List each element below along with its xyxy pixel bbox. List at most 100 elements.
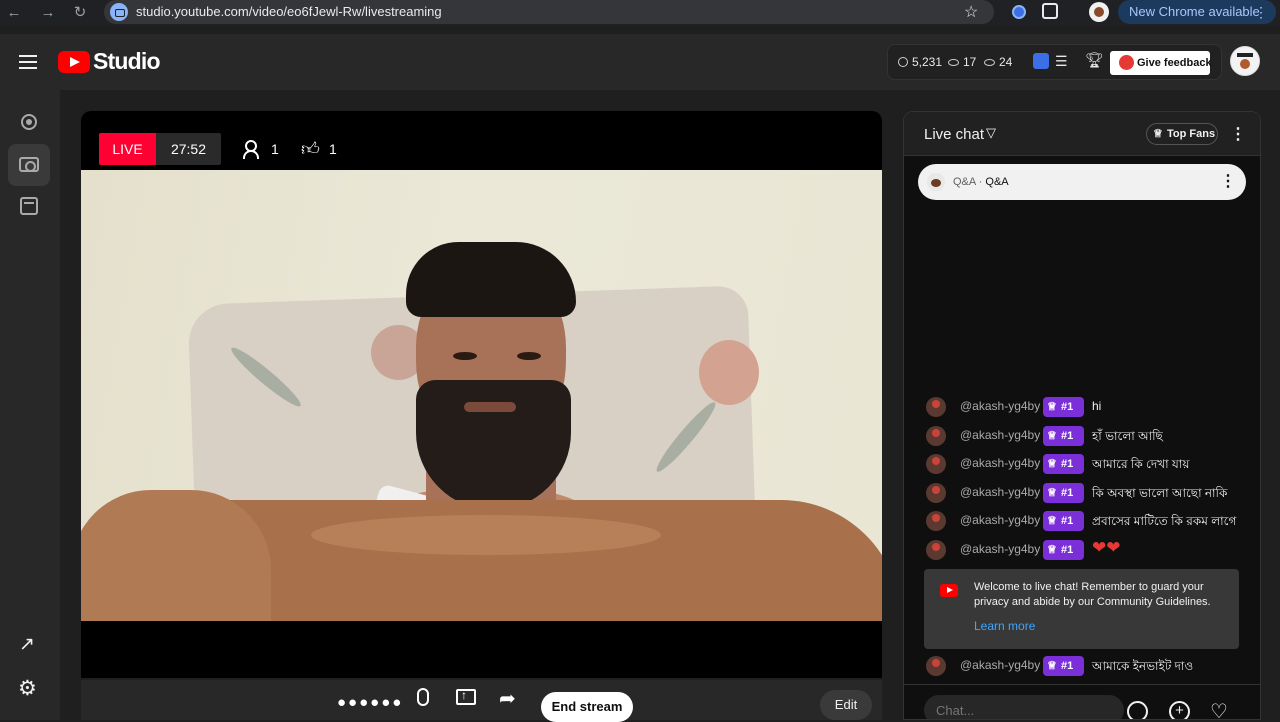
- top-fan-badge: ♕ #1: [1043, 426, 1084, 446]
- avatar[interactable]: [926, 540, 946, 560]
- chat-author[interactable]: @akash-yg4by: [960, 513, 1040, 527]
- welcome-text: Welcome to live chat! Remember to guard …: [974, 581, 1211, 608]
- avatar[interactable]: [926, 426, 946, 446]
- add-circle-icon[interactable]: +: [1169, 701, 1190, 719]
- chevron-down-icon[interactable]: ▽: [986, 125, 996, 141]
- site-info-icon[interactable]: [110, 3, 128, 21]
- clock-icon: [898, 57, 908, 67]
- learn-more-link[interactable]: Learn more: [974, 619, 1035, 633]
- youtube-logo-icon[interactable]: [58, 51, 90, 73]
- youtube-icon: [940, 584, 958, 597]
- watching-stat: 24: [984, 55, 1012, 69]
- chat-more-icon[interactable]: ⋮: [1230, 124, 1246, 144]
- captions-icon[interactable]: [1033, 53, 1049, 69]
- chat-text: আমারে কি দেখা যায়: [1092, 457, 1190, 471]
- like-thumb-icon: 👍︎: [301, 139, 320, 159]
- chat-author[interactable]: @akash-yg4by: [960, 428, 1040, 442]
- qa-label: Q&A · Q&A: [953, 176, 1009, 188]
- studio-header: Studio 5,231 17 24 ☰ 🏆︎ Give feedback: [0, 34, 1280, 90]
- extension-icon[interactable]: [1012, 5, 1026, 19]
- crown-icon: ♕: [1047, 544, 1057, 556]
- url-text[interactable]: studio.youtube.com/video/eo6fJewl-Rw/liv…: [136, 4, 442, 19]
- heart-icon[interactable]: ♡: [1210, 699, 1228, 719]
- chat-input-bar: + ♡: [904, 684, 1260, 719]
- avatar[interactable]: [926, 483, 946, 503]
- qa-banner[interactable]: Q&A · Q&A ⋮: [918, 164, 1246, 200]
- avatar[interactable]: [926, 511, 946, 531]
- chat-text: কি অবস্থা ভালো আছো নাকি: [1092, 486, 1228, 500]
- chat-author[interactable]: @akash-yg4by: [960, 658, 1040, 672]
- chat-input[interactable]: [924, 695, 1124, 719]
- chat-welcome-notice: Welcome to live chat! Remember to guard …: [924, 569, 1239, 649]
- chat-text: আমাকে ইনভাইট দাও: [1092, 659, 1194, 673]
- edit-button[interactable]: Edit: [820, 690, 872, 720]
- chat-message: @akash-yg4by ♕ #1 আমাকে ইনভাইট দাও: [926, 655, 1246, 677]
- left-rail: [0, 90, 60, 720]
- chat-message: @akash-yg4by ♕ #1 হাঁ ভালো আছি: [926, 425, 1246, 447]
- more-dots-icon[interactable]: ●●●●●●: [337, 694, 403, 711]
- rail-webcam-button[interactable]: [8, 144, 50, 186]
- calendar-icon: [20, 197, 38, 215]
- emoji-icon[interactable]: [1127, 701, 1148, 719]
- browser-profile-avatar[interactable]: [1089, 2, 1109, 22]
- chat-author[interactable]: @akash-yg4by: [960, 485, 1040, 499]
- popout-arrow-icon[interactable]: ↗: [19, 633, 35, 656]
- chrome-menu-icon[interactable]: ⋮: [1254, 0, 1268, 24]
- rail-manage-button[interactable]: [8, 186, 50, 228]
- chrome-update-button[interactable]: New Chrome available ⋮: [1118, 0, 1276, 24]
- rail-stream-button[interactable]: [8, 102, 50, 144]
- trophy-icon[interactable]: 🏆︎: [1085, 51, 1104, 69]
- avatar[interactable]: [926, 454, 946, 474]
- menu-icon[interactable]: [19, 55, 37, 69]
- give-feedback-button[interactable]: Give feedback: [1110, 51, 1212, 75]
- browser-toolbar: ← → ↻ studio.youtube.com/video/eo6fJewl-…: [0, 0, 1280, 26]
- stream-stats-bar: 5,231 17 24 ☰ 🏆︎ Give feedback: [887, 44, 1222, 80]
- stream-preview-panel: LIVE 27:52 1 👍︎ 1: [81, 111, 882, 678]
- chat-author[interactable]: @akash-yg4by: [960, 456, 1040, 470]
- address-bar[interactable]: studio.youtube.com/video/eo6fJewl-Rw/liv…: [104, 0, 994, 24]
- chat-author[interactable]: @akash-yg4by: [960, 399, 1040, 413]
- live-badge: LIVE: [99, 133, 156, 165]
- channel-avatar[interactable]: [1230, 46, 1260, 76]
- chat-text: ❤❤: [1092, 538, 1121, 557]
- chat-message: @akash-yg4by ♕ #1 কি অবস্থা ভালো আছো নাকি: [926, 482, 1246, 504]
- studio-wordmark[interactable]: Studio: [93, 48, 161, 75]
- viewers-icon: [243, 140, 263, 159]
- avatar[interactable]: [926, 656, 946, 676]
- live-chat-title[interactable]: Live chat: [924, 126, 984, 143]
- subscribers-stat: 5,231: [898, 55, 942, 69]
- stream-elapsed-time: 27:52: [156, 133, 221, 165]
- extensions-puzzle-icon[interactable]: [1042, 3, 1058, 19]
- watching-icon: [984, 59, 995, 66]
- list-icon[interactable]: ☰: [1055, 53, 1068, 70]
- eye-icon: [948, 59, 959, 66]
- microphone-icon[interactable]: [417, 688, 429, 706]
- crown-icon: ♕: [1047, 430, 1057, 442]
- crown-icon: ♕: [1047, 458, 1057, 470]
- chat-author[interactable]: @akash-yg4by: [960, 542, 1040, 556]
- top-fans-button[interactable]: ♕ Top Fans: [1146, 123, 1218, 145]
- top-fan-badge: ♕ #1: [1043, 483, 1084, 503]
- crown-icon: ♕: [1047, 515, 1057, 527]
- settings-gear-icon[interactable]: ⚙: [18, 676, 37, 701]
- likes-count: 1: [329, 141, 337, 157]
- chat-message: @akash-yg4by ♕ #1 প্রবাসের মাটিতে কি রকম …: [926, 510, 1246, 532]
- reload-icon[interactable]: ↻: [70, 3, 90, 23]
- avatar[interactable]: [926, 397, 946, 417]
- forward-arrow-icon[interactable]: →: [38, 3, 58, 23]
- qa-more-icon[interactable]: ⋮: [1220, 171, 1236, 191]
- live-chat-panel: Live chat ▽ ♕ Top Fans ⋮ Q&A · Q&A ⋮ @ak…: [903, 111, 1261, 720]
- back-arrow-icon[interactable]: ←: [4, 3, 24, 23]
- share-screen-icon[interactable]: [456, 688, 476, 705]
- chat-text: hi: [1092, 399, 1102, 413]
- crown-icon: ♕: [1153, 128, 1163, 140]
- bookmark-star-icon[interactable]: ☆: [964, 2, 978, 22]
- end-stream-button[interactable]: End stream: [541, 692, 633, 722]
- top-fan-badge: ♕ #1: [1043, 454, 1084, 474]
- feedback-icon: [1119, 55, 1134, 70]
- qa-avatar: [927, 173, 945, 191]
- chat-message: @akash-yg4by ♕ #1 ❤❤: [926, 538, 1246, 561]
- share-arrow-icon[interactable]: ➦: [499, 686, 516, 711]
- chrome-update-label: New Chrome available: [1129, 4, 1260, 19]
- chat-text: প্রবাসের মাটিতে কি রকম লাগে: [1092, 514, 1237, 528]
